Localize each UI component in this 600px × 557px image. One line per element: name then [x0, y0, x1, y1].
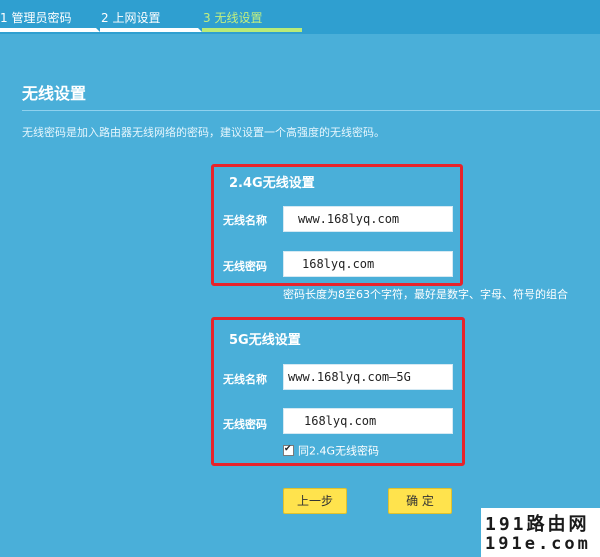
band-5g-ssid-label: 无线名称	[223, 373, 267, 386]
band-24g-password-label: 无线密码	[223, 260, 267, 273]
step-wireless-setup-label: 3 无线设置	[203, 11, 263, 25]
page-title: 无线设置	[22, 84, 87, 103]
section-divider	[22, 110, 600, 111]
band-24g-ssid-label: 无线名称	[223, 214, 267, 227]
step-internet-setup-label: 2 上网设置	[101, 11, 161, 25]
previous-step-button[interactable]: 上一步	[283, 488, 347, 514]
band-5g-password-input[interactable]: 168lyq.com	[283, 408, 453, 434]
same-password-label: 同2.4G无线密码	[298, 444, 380, 458]
watermark-line1: 191路由网	[485, 514, 590, 535]
step-wireless-setup-bar	[202, 28, 302, 32]
step-admin-password-bar	[0, 28, 100, 32]
step-internet-setup-bar	[100, 28, 202, 32]
band-5g-ssid-input[interactable]: www.168lyq.com—5G	[283, 364, 453, 390]
step-admin-password-label: 1 管理员密码	[0, 11, 72, 25]
step-internet-setup[interactable]: 2 上网设置	[100, 0, 202, 34]
band-5g-title: 5G无线设置	[229, 333, 301, 348]
confirm-button[interactable]: 确 定	[388, 488, 452, 514]
site-watermark: 191路由网 191e.com	[481, 508, 600, 557]
step-admin-password[interactable]: 1 管理员密码	[0, 0, 100, 34]
checkmark-icon: ✔	[284, 444, 292, 454]
wireless-password-hint: 无线密码是加入路由器无线网络的密码，建议设置一个高强度的无线密码。	[22, 126, 385, 139]
step-wireless-setup[interactable]: 3 无线设置	[202, 0, 304, 34]
band-5g-password-label: 无线密码	[223, 418, 267, 431]
band-24g-title: 2.4G无线设置	[229, 176, 315, 191]
watermark-line2: 191e.com	[485, 534, 591, 554]
password-length-note: 密码长度为8至63个字符，最好是数字、字母、符号的组合	[283, 288, 568, 301]
band-24g-password-input[interactable]: 168lyq.com	[283, 251, 453, 277]
step-navigation: 1 管理员密码 2 上网设置 3 无线设置	[0, 0, 600, 34]
same-password-checkbox[interactable]: ✔	[283, 444, 294, 456]
band-24g-ssid-input[interactable]: www.168lyq.com	[283, 206, 453, 232]
same-password-option[interactable]: ✔ 同2.4G无线密码	[283, 440, 379, 458]
